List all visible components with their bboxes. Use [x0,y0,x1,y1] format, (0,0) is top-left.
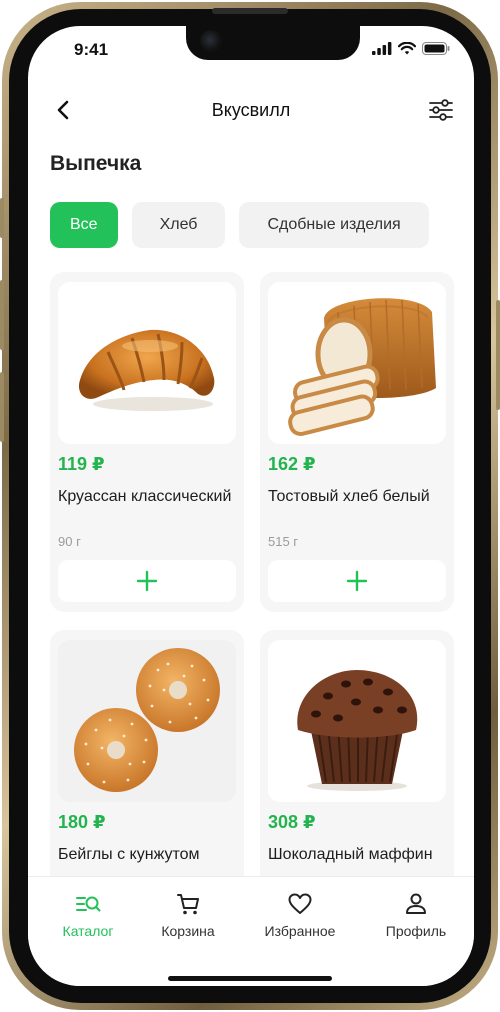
signal-icon [372,42,392,55]
croissant-illustration [78,329,215,411]
category-chips: Все Хлеб Сдобные изделия [50,202,429,248]
product-name: Круассан классический [58,488,232,505]
notch [186,26,360,60]
product-price: 308 ₽ [268,812,316,832]
front-camera [200,30,222,52]
power-button [496,300,500,410]
product-weight: 515 г [268,534,299,549]
bagels-illustration [74,648,220,792]
product-image-muffin [268,640,446,802]
nav-label: Каталог [62,923,114,939]
sliders-icon [429,99,453,121]
product-price: 162 ₽ [268,454,316,474]
chip-pastry[interactable]: Сдобные изделия [239,202,429,248]
heart-icon [288,893,312,914]
battery-icon [422,42,450,55]
add-to-cart-button[interactable] [58,560,236,602]
muffin-illustration [297,670,418,791]
plus-icon [136,570,158,592]
status-time: 9:41 [74,40,109,59]
page-title: Вкусвилл [211,100,291,120]
section-title: Выпечка [50,152,142,175]
nav-profile[interactable]: Профиль [366,891,466,939]
sliced-bread-illustration [288,298,436,436]
product-card[interactable]: 162 ₽ Тостовый хлеб белый 515 г [260,272,454,612]
chip-bread[interactable]: Хлеб [131,202,226,248]
cart-icon [177,894,199,915]
product-image-bagels [58,640,236,802]
add-to-cart-button[interactable] [268,560,446,602]
product-name: Бейглы с кунжутом [58,846,200,863]
plus-icon [346,570,368,592]
product-name: Тостовый хлеб белый [268,488,430,505]
filter-button[interactable] [428,97,454,123]
nav-favorites[interactable]: Избранное [250,891,350,939]
bottom-navigation: Каталог Корзина Избранное Профиль [28,876,474,986]
nav-cart[interactable]: Корзина [138,891,238,939]
volume-down-button [0,372,4,442]
person-icon [406,893,426,914]
nav-label: Корзина [161,923,215,939]
nav-label: Избранное [264,923,336,939]
mute-switch [0,198,4,238]
app-screen: 9:41 Вкусвилл Выпечка Все Хлеб Сдобные и… [28,26,474,986]
home-indicator [168,976,332,981]
product-price: 180 ₽ [58,812,106,832]
chip-all[interactable]: Все [50,202,118,248]
product-weight: 90 г [58,534,81,549]
nav-label: Профиль [385,923,447,939]
product-card[interactable]: 119 ₽ Круассан классический 90 г [50,272,244,612]
product-image-croissant [58,282,236,444]
catalog-search-icon [76,896,101,912]
earpiece-speaker [212,8,288,14]
status-icons [372,42,450,55]
product-price: 119 ₽ [58,454,105,474]
product-image-sliced-bread [268,282,446,444]
wifi-icon [398,42,416,55]
volume-up-button [0,280,4,350]
nav-catalog[interactable]: Каталог [38,891,138,939]
product-name: Шоколадный маффин [268,846,433,863]
